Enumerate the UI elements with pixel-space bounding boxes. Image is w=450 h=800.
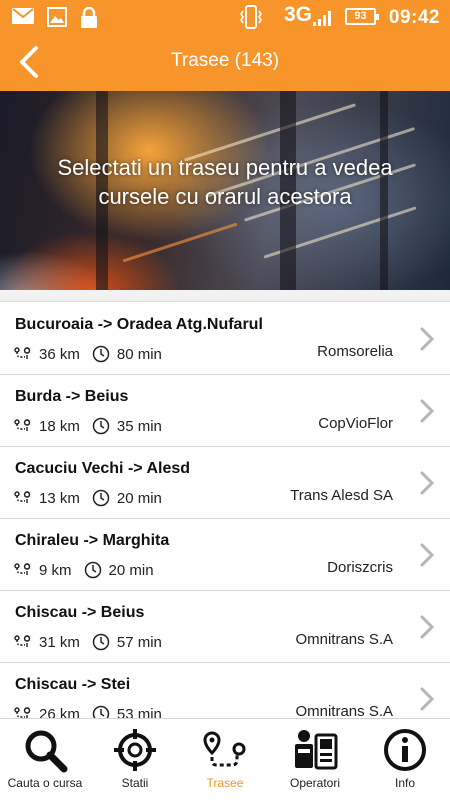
nav-label: Info bbox=[394, 776, 415, 790]
route-duration: 53 min bbox=[116, 705, 162, 719]
nav-item-info[interactable]: Info bbox=[360, 719, 450, 800]
route-distance-icon bbox=[14, 419, 31, 431]
chevron-right-icon bbox=[420, 327, 434, 351]
clock-icon bbox=[84, 561, 101, 579]
vibrate-icon bbox=[240, 5, 262, 29]
bottom-nav: Cauta o cursa Statii Trasee Operatori In… bbox=[0, 718, 450, 800]
nav-item-search[interactable]: Cauta o cursa bbox=[0, 719, 90, 800]
nav-label: Operatori bbox=[289, 776, 341, 790]
route-operator: Omnitrans S.A bbox=[295, 703, 393, 718]
route-name: Chiraleu -> Marghita bbox=[15, 532, 170, 549]
network-type: 3G bbox=[284, 3, 313, 26]
route-duration: 57 min bbox=[116, 633, 162, 651]
route-operator: CopVioFlor bbox=[318, 415, 393, 432]
route-distance-icon bbox=[14, 707, 31, 718]
route-distance-icon bbox=[14, 635, 31, 647]
route-distance: 26 km bbox=[39, 705, 80, 719]
clock-icon bbox=[92, 489, 110, 507]
chevron-right-icon bbox=[420, 615, 434, 639]
route-name: Cacuciu Vechi -> Alesd bbox=[15, 460, 191, 477]
route-operator: Omnitrans S.A bbox=[295, 631, 393, 648]
nav-item-operators[interactable]: Operatori bbox=[270, 719, 360, 800]
route-distance: 18 km bbox=[39, 417, 80, 435]
route-distance: 9 km bbox=[39, 561, 72, 579]
mail-icon bbox=[12, 8, 34, 24]
operator-icon bbox=[295, 730, 338, 770]
clock: 09:42 bbox=[388, 7, 440, 28]
route-distance: 31 km bbox=[39, 633, 80, 651]
route-distance-icon bbox=[14, 347, 31, 359]
list-item[interactable]: Chiraleu -> Marghita 9 km 20 min Doriszc… bbox=[0, 519, 450, 591]
route-operator: Trans Alesd SA bbox=[290, 487, 393, 504]
route-operator: Romsorelia bbox=[317, 343, 393, 360]
hero-instruction-text: Selectati un traseu pentru a vedea curse… bbox=[57, 155, 393, 209]
app-bar: Trasee (143) bbox=[0, 34, 450, 91]
route-distance-icon bbox=[14, 491, 31, 503]
route-name: Bucuroaia -> Oradea Atg.Nufarul bbox=[15, 316, 263, 333]
route-operator: Doriszcris bbox=[327, 559, 393, 576]
status-bar: 3G 93 09:42 bbox=[0, 0, 450, 34]
list-item[interactable]: Bucuroaia -> Oradea Atg.Nufarul 36 km 80… bbox=[0, 303, 450, 375]
lock-icon bbox=[81, 7, 97, 28]
chevron-right-icon bbox=[420, 543, 434, 567]
list-item[interactable]: Cacuciu Vechi -> Alesd 13 km 20 min Tran… bbox=[0, 447, 450, 519]
list-item[interactable]: Burda -> Beius 18 km 35 min CopVioFlor bbox=[0, 375, 450, 447]
route-name: Chiscau -> Stei bbox=[15, 676, 131, 693]
chevron-right-icon bbox=[420, 687, 434, 711]
route-distance-icon bbox=[14, 563, 31, 575]
list-item[interactable]: Chiscau -> Stei 26 km 53 min Omnitrans S… bbox=[0, 663, 450, 718]
search-icon bbox=[25, 730, 68, 773]
clock-icon bbox=[92, 705, 110, 718]
clock-icon bbox=[92, 417, 110, 435]
clock-icon bbox=[92, 345, 110, 363]
route-duration: 35 min bbox=[116, 417, 162, 435]
nav-item-stations[interactable]: Statii bbox=[90, 719, 180, 800]
route-distance: 13 km bbox=[39, 489, 80, 507]
list-item[interactable]: Chiscau -> Beius 31 km 57 min Omnitrans … bbox=[0, 591, 450, 663]
nav-label: Cauta o cursa bbox=[7, 776, 83, 790]
section-divider bbox=[0, 290, 450, 302]
route-name: Chiscau -> Beius bbox=[15, 604, 145, 621]
nav-item-routes[interactable]: Trasee bbox=[180, 719, 270, 800]
battery-indicator: 93 bbox=[345, 8, 379, 25]
target-icon bbox=[114, 729, 156, 771]
nav-label: Statii bbox=[121, 776, 149, 790]
chevron-right-icon bbox=[420, 471, 434, 495]
image-icon bbox=[47, 7, 67, 27]
hero-banner: Selectati un traseu pentru a vedea curse… bbox=[0, 91, 450, 290]
route-icon bbox=[203, 731, 246, 767]
route-distance: 36 km bbox=[39, 345, 80, 363]
route-duration: 20 min bbox=[108, 561, 154, 579]
route-duration: 20 min bbox=[116, 489, 162, 507]
nav-label: Trasee bbox=[206, 776, 244, 790]
signal-icon bbox=[313, 11, 331, 26]
info-icon bbox=[384, 729, 426, 771]
route-duration: 80 min bbox=[116, 345, 162, 363]
clock-icon bbox=[92, 633, 110, 651]
route-list[interactable]: Bucuroaia -> Oradea Atg.Nufarul 36 km 80… bbox=[0, 303, 450, 718]
chevron-right-icon bbox=[420, 399, 434, 423]
page-title: Trasee (143) bbox=[170, 50, 280, 71]
route-name: Burda -> Beius bbox=[15, 388, 129, 405]
